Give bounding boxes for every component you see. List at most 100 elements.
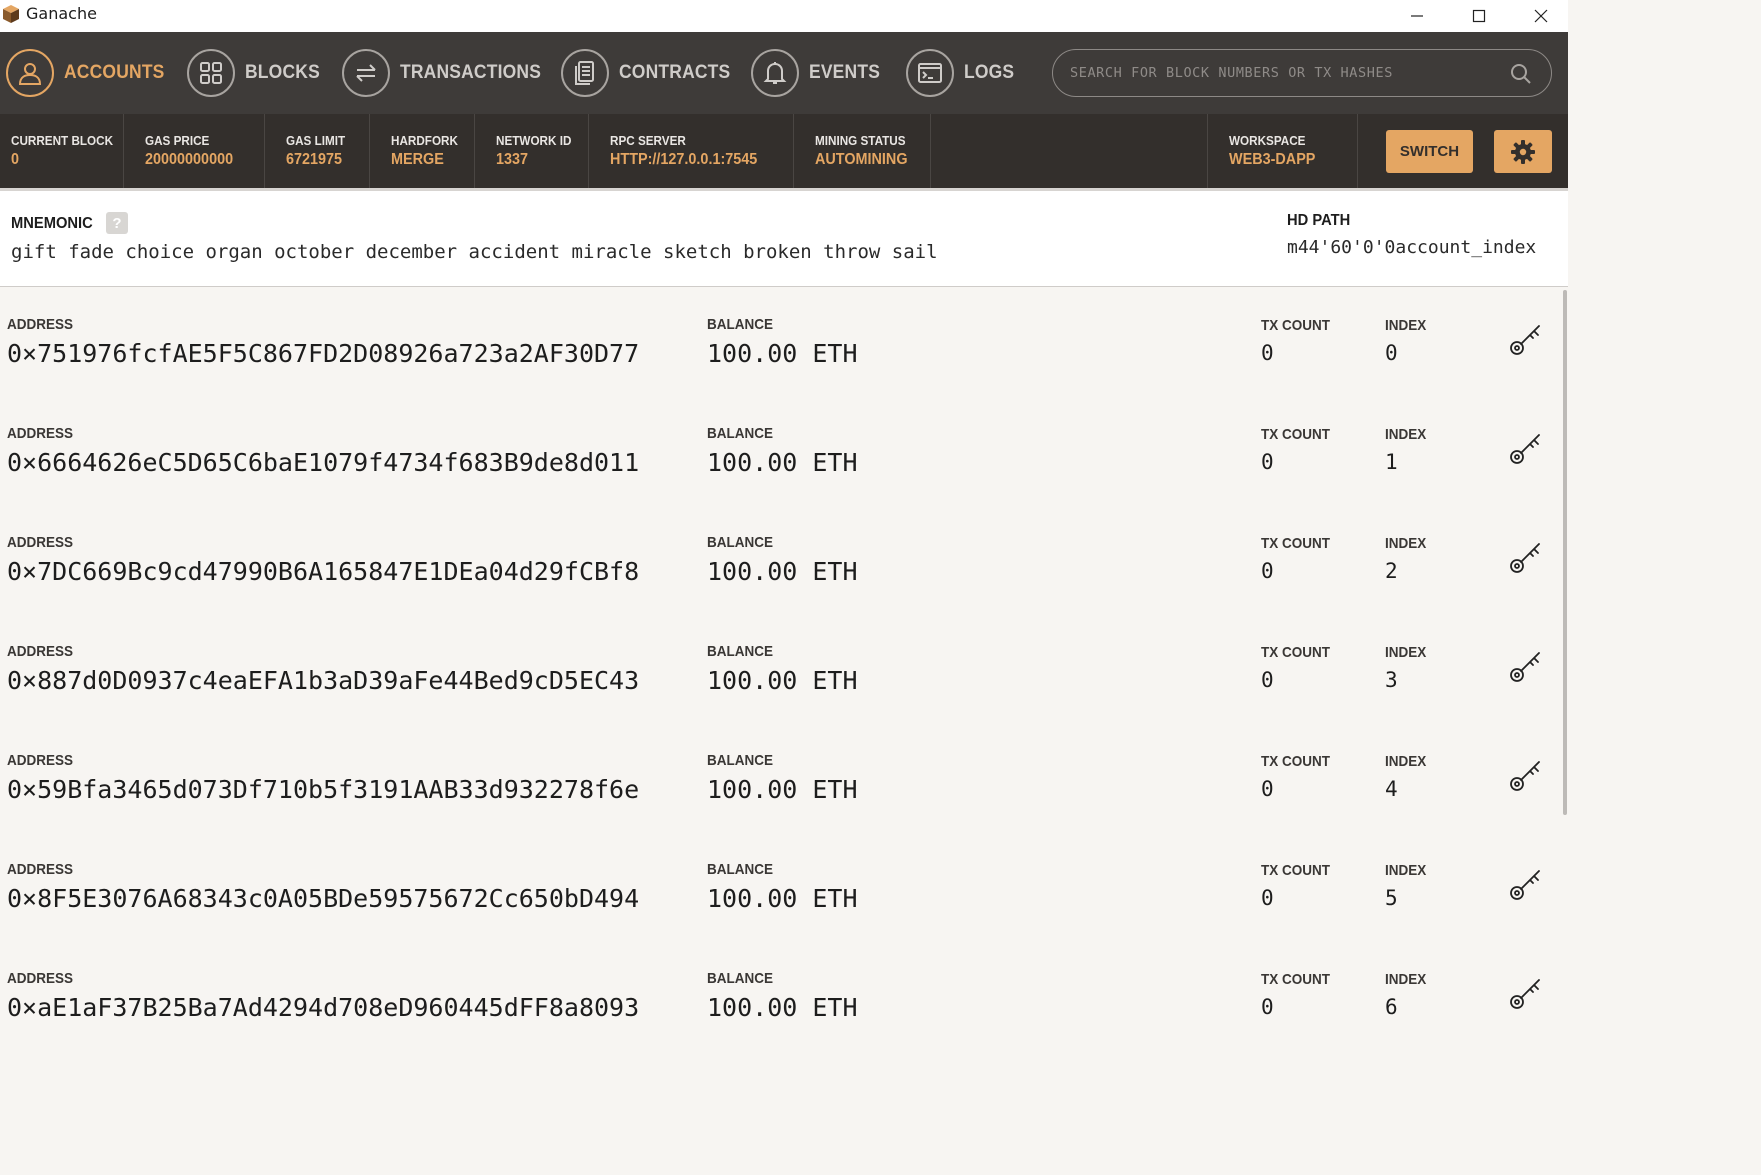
address-label: ADDRESS (7, 316, 74, 333)
hd-path-label: HD PATH (1287, 212, 1351, 229)
stat-mining-status: MINING STATUS AUTOMINING (794, 114, 931, 188)
stat-value: WEB3-DAPP (1229, 151, 1316, 168)
stat-gas-limit: GAS LIMIT 6721975 (265, 114, 370, 188)
address-value: 0×887d0D0937c4eaEFA1b3aD39aFe44Bed9cD5EC… (7, 666, 640, 695)
nav-events-circle (751, 49, 799, 97)
index-value: 0 (1385, 341, 1398, 365)
index-label: INDEX (1385, 426, 1427, 443)
stat-label: HARDFORK (391, 133, 458, 148)
window-titlebar: Ganache (0, 0, 1568, 32)
tx-count-label: TX COUNT (1261, 426, 1331, 443)
address-label: ADDRESS (7, 643, 74, 660)
key-icon[interactable] (1508, 430, 1544, 466)
balance-value: 100.00 ETH (707, 339, 858, 368)
tx-count-value: 0 (1261, 341, 1274, 365)
tx-count-value: 0 (1261, 886, 1274, 910)
stat-label: GAS LIMIT (286, 133, 346, 148)
nav-logs[interactable]: LOGS (906, 48, 1019, 98)
nav-transactions-circle (342, 49, 390, 97)
nav-contracts[interactable]: CONTRACTS (561, 48, 740, 98)
balance-value: 100.00 ETH (707, 557, 858, 586)
mnemonic-help-icon[interactable]: ? (106, 212, 128, 234)
search-box[interactable]: SEARCH FOR BLOCK NUMBERS OR TX HASHES (1052, 49, 1552, 97)
address-label: ADDRESS (7, 752, 74, 769)
tx-count-label: TX COUNT (1261, 753, 1331, 770)
window-title: Ganache (26, 4, 97, 23)
switch-workspace-button[interactable]: SWITCH (1386, 130, 1473, 173)
stat-value: 0 (11, 151, 20, 168)
nav-events[interactable]: EVENTS (751, 48, 886, 98)
key-icon[interactable] (1508, 539, 1544, 575)
address-label: ADDRESS (7, 970, 74, 987)
stat-label: CURRENT BLOCK (11, 133, 114, 148)
account-row: ADDRESS 0×aE1aF37B25Ba7Ad4294d708eD96044… (0, 942, 1560, 1047)
stat-hardfork: HARDFORK MERGE (370, 114, 475, 188)
address-value: 0×8F5E3076A68343c0A05BDe59575672Cc650bD4… (7, 884, 640, 913)
stat-value: AUTOMINING (815, 151, 908, 168)
account-row: ADDRESS 0×59Bfa3465d073Df710b5f3191AAB33… (0, 724, 1560, 834)
key-icon[interactable] (1508, 321, 1544, 357)
nav-contracts-circle (561, 49, 609, 97)
index-value: 1 (1385, 450, 1398, 474)
balance-label: BALANCE (707, 970, 774, 987)
close-button[interactable] (1510, 0, 1572, 32)
account-row: ADDRESS 0×887d0D0937c4eaEFA1b3aD39aFe44B… (0, 615, 1560, 725)
index-label: INDEX (1385, 535, 1427, 552)
minimize-button[interactable] (1386, 0, 1448, 32)
address-value: 0×7DC669Bc9cd47990B6A165847E1DEa04d29fCB… (7, 557, 640, 586)
balance-label: BALANCE (707, 534, 774, 551)
tx-count-label: TX COUNT (1261, 535, 1331, 552)
terminal-icon (918, 63, 942, 83)
key-icon[interactable] (1508, 975, 1544, 1011)
balance-label: BALANCE (707, 861, 774, 878)
tx-count-value: 0 (1261, 995, 1274, 1019)
maximize-button[interactable] (1448, 0, 1510, 32)
nav-transactions[interactable]: TRANSACTIONS (342, 48, 553, 98)
search-icon[interactable] (1509, 62, 1533, 86)
search-input[interactable]: SEARCH FOR BLOCK NUMBERS OR TX HASHES (1070, 65, 1393, 81)
address-value: 0×6664626eC5D65C6baE1079f4734f683B9de8d0… (7, 448, 640, 477)
nav-blocks[interactable]: BLOCKS (187, 48, 326, 98)
address-label: ADDRESS (7, 534, 74, 551)
tx-count-value: 0 (1261, 450, 1274, 474)
index-label: INDEX (1385, 862, 1427, 879)
tx-count-value: 0 (1261, 777, 1274, 801)
nav-contracts-label: CONTRACTS (619, 62, 731, 83)
key-icon[interactable] (1508, 866, 1544, 902)
stat-rpc-server: RPC SERVER HTTP://127.0.0.1:7545 (589, 114, 794, 188)
address-value: 0×aE1aF37B25Ba7Ad4294d708eD960445dFF8a80… (7, 993, 640, 1022)
stat-label: NETWORK ID (496, 133, 572, 148)
address-label: ADDRESS (7, 425, 74, 442)
stat-label: WORKSPACE (1229, 133, 1306, 148)
address-label: ADDRESS (7, 861, 74, 878)
balance-label: BALANCE (707, 425, 774, 442)
key-icon[interactable] (1508, 757, 1544, 793)
index-label: INDEX (1385, 644, 1427, 661)
mnemonic-words: gift fade choice organ october december … (11, 241, 938, 263)
nav-accounts[interactable]: ACCOUNTS (6, 48, 173, 98)
stat-label: MINING STATUS (815, 133, 906, 148)
maximize-icon (1472, 9, 1486, 23)
balance-value: 100.00 ETH (707, 993, 858, 1022)
settings-button[interactable] (1494, 130, 1552, 173)
nav-blocks-label: BLOCKS (245, 62, 320, 83)
nav-blocks-circle (187, 49, 235, 97)
status-bar: CURRENT BLOCK 0 GAS PRICE 20000000000 GA… (0, 114, 1568, 188)
address-value: 0×59Bfa3465d073Df710b5f3191AAB33d932278f… (7, 775, 640, 804)
user-icon (18, 63, 42, 85)
key-icon[interactable] (1508, 648, 1544, 684)
stat-label: RPC SERVER (610, 133, 686, 148)
stat-value: 6721975 (286, 151, 343, 168)
minimize-icon (1411, 15, 1423, 17)
index-value: 3 (1385, 668, 1398, 692)
stat-network-id: NETWORK ID 1337 (475, 114, 589, 188)
scrollbar-thumb[interactable] (1563, 290, 1567, 815)
stat-value: 20000000000 (145, 151, 234, 168)
index-label: INDEX (1385, 753, 1427, 770)
transfer-icon (356, 64, 376, 82)
balance-value: 100.00 ETH (707, 884, 858, 913)
hd-path-value: m44'60'0'0account_index (1287, 237, 1537, 258)
nav-transactions-label: TRANSACTIONS (400, 62, 542, 83)
account-row: ADDRESS 0×6664626eC5D65C6baE1079f4734f68… (0, 397, 1560, 507)
stat-gas-price: GAS PRICE 20000000000 (124, 114, 265, 188)
